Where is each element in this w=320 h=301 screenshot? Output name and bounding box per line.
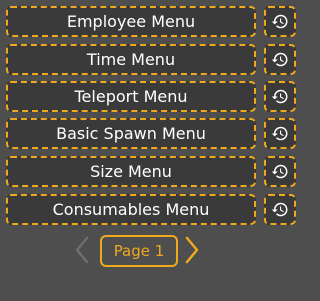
time-menu-button[interactable]: Time Menu: [6, 44, 256, 75]
chevron-right-icon: [185, 236, 199, 264]
menu-row-employee: Employee Menu: [6, 6, 296, 37]
history-icon: [271, 126, 288, 141]
history-icon: [271, 89, 288, 104]
size-menu-button[interactable]: Size Menu: [6, 156, 256, 187]
menu-row-teleport: Teleport Menu: [6, 81, 296, 112]
time-history-button[interactable]: [264, 44, 296, 75]
menu-row-size: Size Menu: [6, 156, 296, 187]
consumables-history-button[interactable]: [264, 194, 296, 225]
history-icon: [271, 52, 288, 67]
chevron-left-icon: [75, 236, 89, 264]
page-indicator: Page 1: [100, 235, 178, 267]
next-page-button[interactable]: [184, 236, 200, 268]
prev-page-button[interactable]: [74, 236, 90, 268]
pagination: Page 1: [0, 232, 301, 268]
employee-history-button[interactable]: [264, 6, 296, 37]
history-icon: [271, 14, 288, 29]
teleport-menu-button[interactable]: Teleport Menu: [6, 81, 256, 112]
consumables-menu-button[interactable]: Consumables Menu: [6, 194, 256, 225]
employee-menu-button[interactable]: Employee Menu: [6, 6, 256, 37]
menu-row-consumables: Consumables Menu: [6, 194, 296, 225]
history-icon: [271, 202, 288, 217]
menu-row-time: Time Menu: [6, 44, 296, 75]
size-history-button[interactable]: [264, 156, 296, 187]
menu-panel: Employee Menu Time Menu Teleport Menu Ba…: [0, 0, 301, 301]
menu-row-basic-spawn: Basic Spawn Menu: [6, 118, 296, 149]
history-icon: [271, 164, 288, 179]
basic-spawn-menu-button[interactable]: Basic Spawn Menu: [6, 118, 256, 149]
teleport-history-button[interactable]: [264, 81, 296, 112]
basic-spawn-history-button[interactable]: [264, 118, 296, 149]
